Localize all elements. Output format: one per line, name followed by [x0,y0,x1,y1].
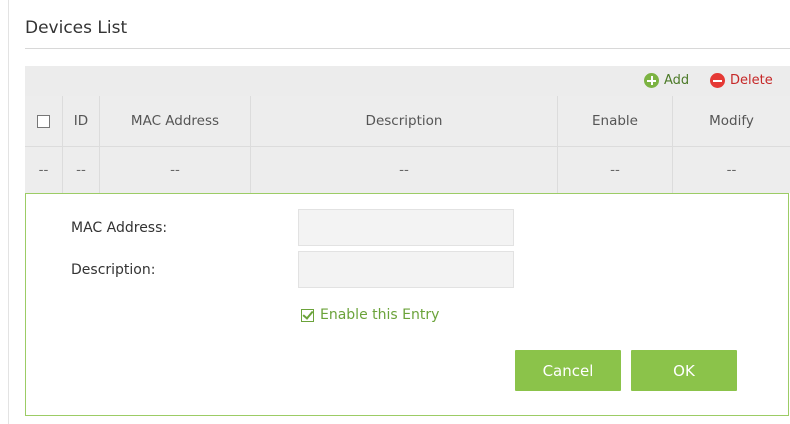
title-divider [25,48,790,49]
column-header-modify: Modify [709,113,754,129]
mac-address-label: MAC Address: [71,220,168,236]
plus-circle-icon [644,73,659,88]
select-all-checkbox[interactable] [37,114,50,128]
edit-entry-panel: MAC Address: Description: Enable this En… [25,193,789,416]
checkbox-checked-icon [301,308,314,322]
add-button[interactable]: Add [644,73,689,88]
row-cell-mac: -- [100,147,251,193]
delete-button[interactable]: Delete [710,73,773,88]
page-title: Devices List [25,18,128,38]
mac-address-input[interactable] [298,209,514,246]
table-toolbar: Add Delete [25,66,790,96]
description-label: Description: [71,262,156,278]
enable-entry-checkbox[interactable]: Enable this Entry [301,307,439,323]
row-cell-modify: -- [726,162,737,178]
cancel-button[interactable]: Cancel [515,350,621,391]
column-header-id: ID [63,96,100,146]
delete-label: Delete [730,73,773,88]
minus-circle-icon [710,73,725,88]
row-cell-id: -- [63,147,100,193]
row-cell-select: -- [25,147,63,193]
ok-button[interactable]: OK [631,350,737,391]
add-label: Add [664,73,690,88]
devices-table: ID MAC Address Description Enable Modify… [25,96,790,193]
description-input[interactable] [298,251,514,288]
enable-entry-label: Enable this Entry [320,307,440,323]
row-cell-enable: -- [558,147,673,193]
select-all-cell [25,96,63,146]
column-header-description: Description [251,96,558,146]
left-divider [8,0,9,424]
column-header-enable: Enable [558,96,673,146]
row-cell-description: -- [251,147,558,193]
column-header-mac: MAC Address [100,96,251,146]
